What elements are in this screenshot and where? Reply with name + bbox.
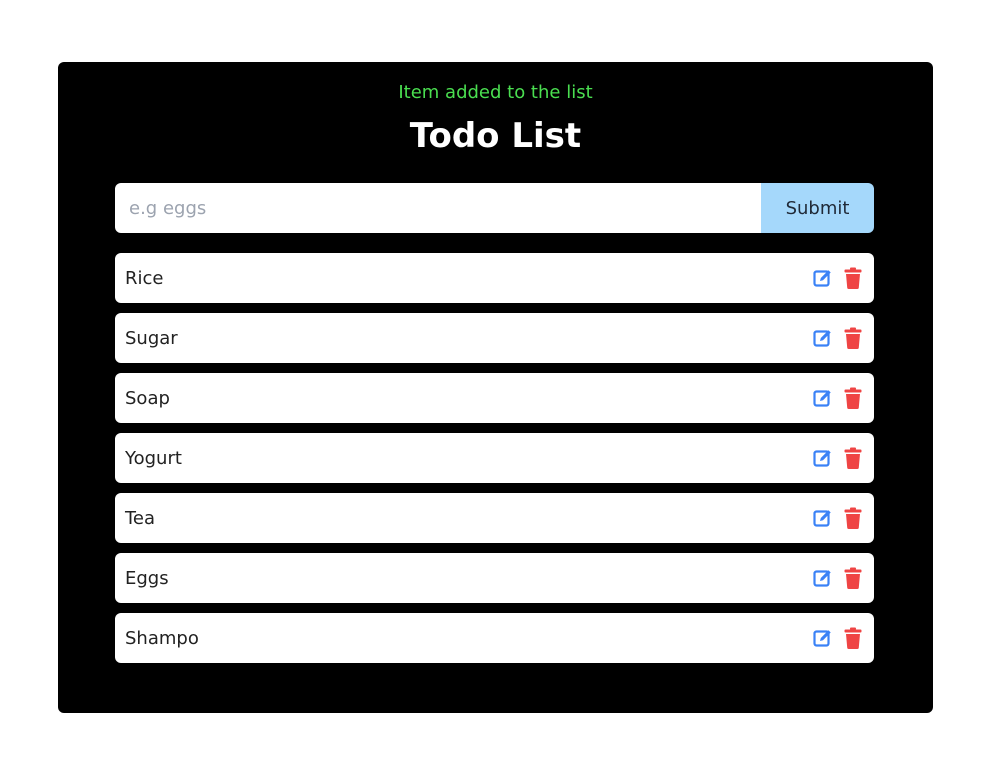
item-actions bbox=[812, 507, 864, 529]
trash-icon[interactable] bbox=[842, 327, 864, 349]
list-item: Shampo bbox=[115, 613, 874, 663]
todo-card: Item added to the list Todo List Submit … bbox=[58, 62, 933, 713]
item-input[interactable] bbox=[115, 183, 761, 233]
item-actions bbox=[812, 327, 864, 349]
todo-list: Rice Sugar Soap Yogurt Tea Eggs Shampo bbox=[115, 253, 874, 673]
item-actions bbox=[812, 447, 864, 469]
trash-icon[interactable] bbox=[842, 267, 864, 289]
trash-icon[interactable] bbox=[842, 447, 864, 469]
item-label: Yogurt bbox=[125, 447, 182, 469]
submit-button[interactable]: Submit bbox=[761, 183, 874, 233]
list-item: Yogurt bbox=[115, 433, 874, 483]
trash-icon[interactable] bbox=[842, 387, 864, 409]
edit-icon[interactable] bbox=[812, 327, 834, 349]
list-item: Eggs bbox=[115, 553, 874, 603]
item-actions bbox=[812, 387, 864, 409]
item-label: Rice bbox=[125, 267, 164, 289]
list-item: Soap bbox=[115, 373, 874, 423]
item-label: Soap bbox=[125, 387, 170, 409]
edit-icon[interactable] bbox=[812, 507, 834, 529]
list-item: Sugar bbox=[115, 313, 874, 363]
page-title: Todo List bbox=[409, 116, 582, 156]
trash-icon[interactable] bbox=[842, 507, 864, 529]
item-label: Shampo bbox=[125, 627, 199, 649]
item-actions bbox=[812, 567, 864, 589]
item-label: Eggs bbox=[125, 567, 169, 589]
trash-icon[interactable] bbox=[842, 567, 864, 589]
add-item-form: Submit bbox=[115, 183, 874, 233]
trash-icon[interactable] bbox=[842, 627, 864, 649]
edit-icon[interactable] bbox=[812, 387, 834, 409]
item-label: Tea bbox=[125, 507, 156, 529]
edit-icon[interactable] bbox=[812, 567, 834, 589]
edit-icon[interactable] bbox=[812, 627, 834, 649]
list-item: Tea bbox=[115, 493, 874, 543]
item-actions bbox=[812, 267, 864, 289]
item-actions bbox=[812, 627, 864, 649]
item-label: Sugar bbox=[125, 327, 178, 349]
edit-icon[interactable] bbox=[812, 267, 834, 289]
edit-icon[interactable] bbox=[812, 447, 834, 469]
alert-message: Item added to the list bbox=[398, 82, 593, 103]
list-item: Rice bbox=[115, 253, 874, 303]
